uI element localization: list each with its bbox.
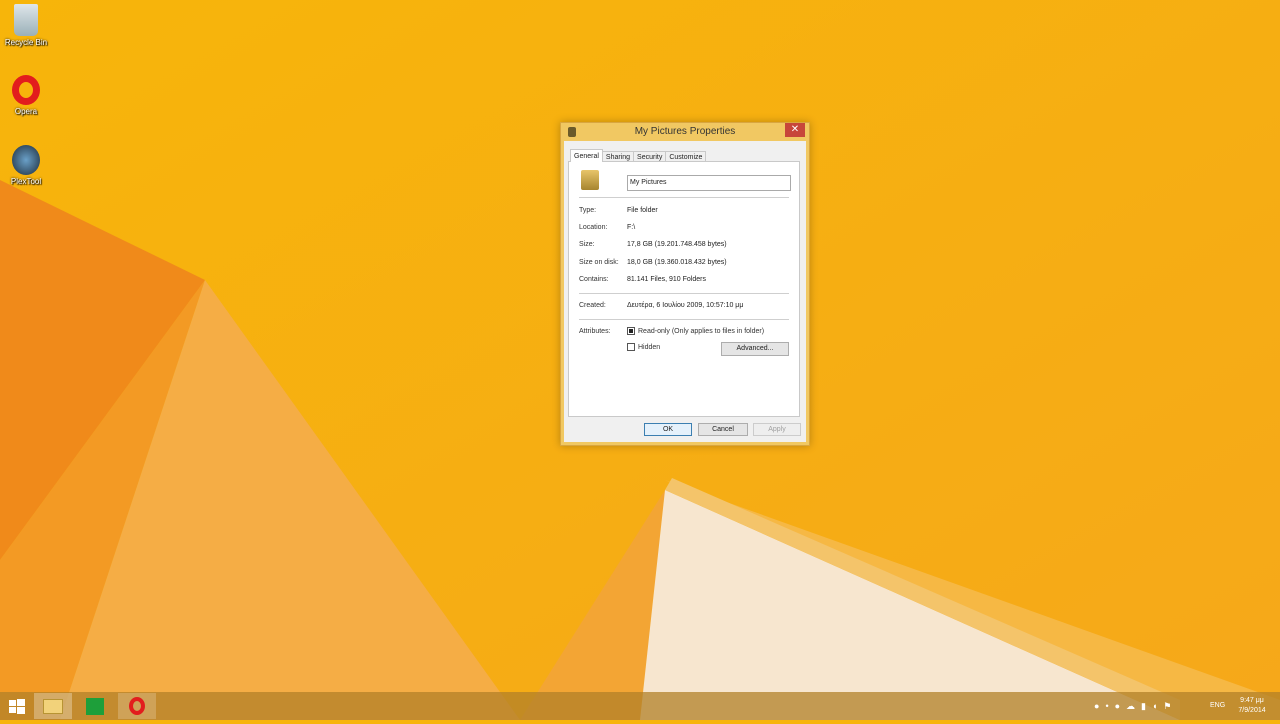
- onedrive-icon[interactable]: ☁: [1126, 701, 1141, 711]
- prop-size-on-disk: Size on disk: 18,0 GB (19.360.018.432 byt…: [579, 259, 727, 266]
- windows-logo-icon: [9, 699, 25, 714]
- desktop-icon-label: Recycle Bin: [4, 38, 48, 47]
- hidden-checkbox[interactable]: Hidden: [627, 343, 660, 351]
- action-center-flag-icon[interactable]: ⚑: [1163, 701, 1177, 711]
- volume-icon[interactable]: ◖: [1152, 701, 1163, 711]
- close-button[interactable]: ✕: [785, 123, 805, 137]
- plextool-icon: [12, 145, 40, 175]
- security-tray-icon[interactable]: ●: [1115, 701, 1126, 711]
- taskbar: ●•●☁▮◖⚑ ENG 9:47 μμ 7/9/2014: [0, 692, 1280, 720]
- opera-icon: [12, 75, 40, 105]
- clock[interactable]: 9:47 μμ 7/9/2014: [1234, 692, 1270, 720]
- network-icon[interactable]: ▮: [1141, 701, 1152, 711]
- recycle-bin-icon: [14, 4, 38, 36]
- prop-size: Size: 17,8 GB (19.201.748.458 bytes): [579, 241, 727, 248]
- desktop-icon-recycle-bin[interactable]: Recycle Bin: [2, 4, 50, 47]
- prop-created: Created: Δευτέρα, 6 Ιουλίου 2009, 10:57:1…: [579, 302, 744, 309]
- prop-contains: Contains: 81.141 Files, 910 Folders: [579, 276, 706, 283]
- dialog-title: My Pictures Properties: [634, 126, 736, 137]
- clock-date: 7/9/2014: [1238, 707, 1266, 714]
- prop-type: Type: File folder: [579, 207, 658, 214]
- divider: [579, 293, 789, 294]
- desktop-icon-label: Opera: [14, 107, 38, 116]
- apply-button[interactable]: Apply: [753, 423, 801, 436]
- taskbar-store[interactable]: [76, 693, 114, 719]
- start-button[interactable]: [0, 693, 34, 719]
- folder-name-input[interactable]: My Pictures: [627, 175, 791, 191]
- attributes-label: Attributes:: [579, 328, 611, 335]
- taskbar-opera[interactable]: [118, 693, 156, 719]
- desktop-icon-label: PlexTool: [10, 177, 42, 186]
- opera-icon: [129, 697, 145, 715]
- advanced-button[interactable]: Advanced...: [721, 342, 789, 356]
- divider: [579, 197, 789, 198]
- ok-button[interactable]: OK: [644, 423, 692, 436]
- taskbar-file-explorer[interactable]: [34, 693, 72, 719]
- desktop-icon-opera[interactable]: Opera: [2, 75, 50, 116]
- general-panel: My Pictures Type: File folder Location: F:…: [568, 161, 800, 417]
- folder-icon: [581, 170, 599, 190]
- store-icon: [86, 698, 104, 715]
- title-bar[interactable]: My Pictures Properties ✕: [561, 123, 809, 141]
- plextool-tray-icon[interactable]: ●: [1094, 701, 1105, 711]
- desktop-icon-plextool[interactable]: PlexTool: [2, 145, 50, 186]
- folder-icon: [568, 127, 576, 137]
- tab-general[interactable]: General: [570, 149, 603, 162]
- system-tray-icons[interactable]: ●•●☁▮◖⚑: [1094, 692, 1204, 720]
- prop-location: Location: F:\: [579, 224, 636, 231]
- folder-icon: [43, 699, 63, 714]
- cancel-button[interactable]: Cancel: [698, 423, 748, 436]
- checkbox-checked[interactable]: [627, 327, 635, 335]
- divider: [579, 319, 789, 320]
- clock-time: 9:47 μμ: [1240, 697, 1264, 704]
- checkbox-unchecked[interactable]: [627, 343, 635, 351]
- app-tray-icon[interactable]: •: [1105, 701, 1114, 711]
- readonly-checkbox[interactable]: Read-only (Only applies to files in fold…: [627, 327, 764, 335]
- language-indicator[interactable]: ENG: [1210, 692, 1225, 720]
- properties-dialog: My Pictures Properties ✕ General Sharing…: [560, 122, 810, 446]
